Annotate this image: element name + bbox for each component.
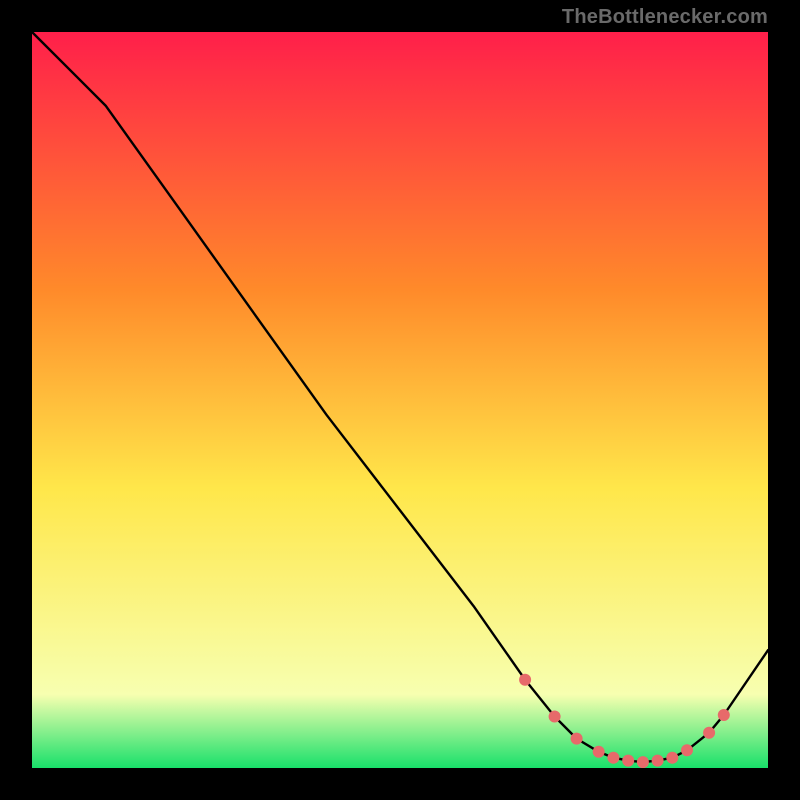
marker-point: [549, 711, 561, 723]
plot-area: [32, 32, 768, 768]
marker-point: [652, 755, 664, 767]
marker-point: [718, 709, 730, 721]
marker-point: [593, 746, 605, 758]
attribution-text: TheBottlenecker.com: [562, 6, 768, 29]
marker-point: [681, 744, 693, 756]
marker-point: [666, 752, 678, 764]
marker-point: [637, 756, 649, 768]
chart-frame: { "attribution": "TheBottlenecker.com", …: [0, 0, 800, 800]
gradient-background: [32, 32, 768, 768]
marker-point: [622, 755, 634, 767]
chart-svg: [32, 32, 768, 768]
marker-point: [607, 752, 619, 764]
marker-point: [571, 733, 583, 745]
marker-point: [519, 674, 531, 686]
marker-point: [703, 727, 715, 739]
